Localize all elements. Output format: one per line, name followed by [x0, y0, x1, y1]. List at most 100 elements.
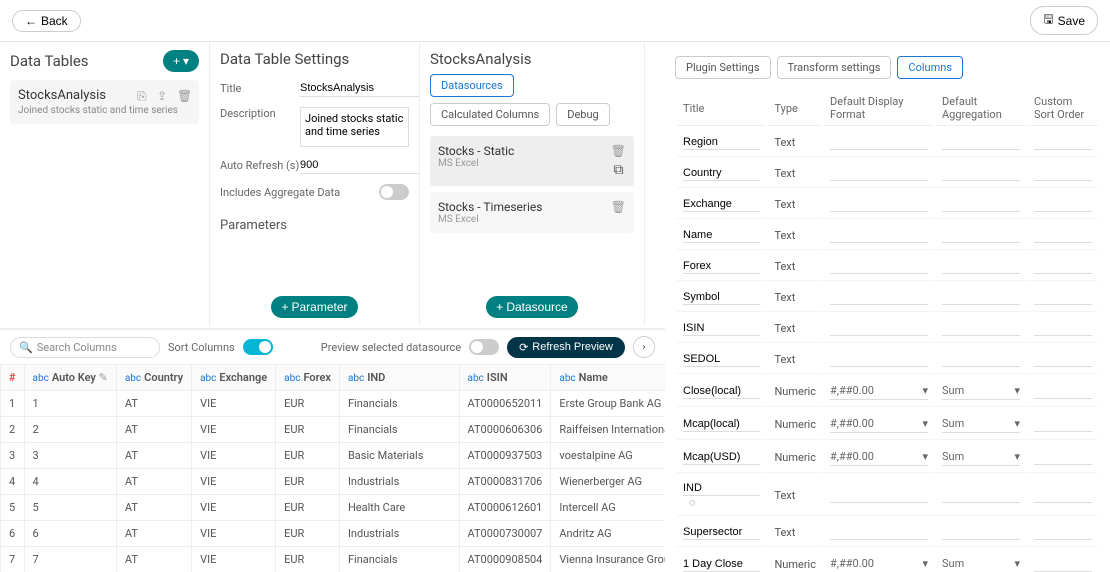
- datasource-item[interactable]: Stocks - TimeseriesMS Excel🗑: [430, 192, 634, 233]
- col-title-input[interactable]: [683, 417, 760, 432]
- format-select[interactable]: [830, 258, 928, 274]
- col-title-input[interactable]: [683, 290, 760, 305]
- format-select[interactable]: [830, 524, 928, 540]
- sort-order-input[interactable]: [1034, 416, 1092, 432]
- agg-select[interactable]: Sum▾: [942, 382, 1020, 400]
- add-table-button[interactable]: + ▾: [163, 50, 199, 72]
- chevron-down-icon: ▾: [922, 384, 928, 397]
- preview-selected-toggle[interactable]: [469, 339, 499, 355]
- add-parameter-button[interactable]: + Parameter: [271, 296, 357, 318]
- format-select[interactable]: #,##0.00▾: [830, 382, 928, 400]
- agg-select[interactable]: [942, 196, 1020, 212]
- tab-debug[interactable]: Debug: [556, 103, 609, 126]
- col-title-input[interactable]: [683, 450, 760, 465]
- agg-select[interactable]: [942, 351, 1020, 367]
- agg-select[interactable]: Sum▾: [942, 415, 1020, 433]
- sort-order-input[interactable]: [1034, 556, 1092, 572]
- sort-columns-toggle[interactable]: [243, 339, 273, 355]
- copy-icon[interactable]: ⎘: [137, 89, 151, 103]
- agg-select[interactable]: [942, 487, 1020, 503]
- trash-icon[interactable]: 🗑: [177, 89, 191, 103]
- col-title-input[interactable]: [683, 135, 760, 150]
- format-select[interactable]: [830, 289, 928, 305]
- trash-icon[interactable]: 🗑: [611, 144, 626, 158]
- format-select[interactable]: [830, 134, 928, 150]
- save-button[interactable]: 🖫 Save: [1030, 6, 1098, 35]
- sort-order-input[interactable]: [1034, 258, 1092, 274]
- agg-select[interactable]: [942, 524, 1020, 540]
- format-select[interactable]: [830, 351, 928, 367]
- add-datasource-button[interactable]: + Datasource: [486, 296, 577, 318]
- refresh-input[interactable]: [300, 157, 420, 174]
- tab-calculated-columns[interactable]: Calculated Columns: [430, 103, 550, 126]
- agg-select[interactable]: [942, 165, 1020, 181]
- back-button[interactable]: ← Back: [12, 10, 81, 32]
- tab-columns[interactable]: Columns: [897, 56, 963, 79]
- preview-col-header[interactable]: abcISIN: [459, 365, 551, 391]
- col-title-input[interactable]: [683, 197, 760, 212]
- sort-order-input[interactable]: [1034, 227, 1092, 243]
- sort-order-input[interactable]: [1034, 449, 1092, 465]
- agg-select[interactable]: [942, 227, 1020, 243]
- preview-col-header[interactable]: abcAuto Key ✎: [24, 365, 116, 391]
- format-select[interactable]: #,##0.00▾: [830, 448, 928, 466]
- col-title-input[interactable]: [683, 352, 760, 367]
- preview-col-header[interactable]: abcCountry: [116, 365, 191, 391]
- preview-col-header[interactable]: abcName: [551, 365, 665, 391]
- next-button[interactable]: ›: [633, 336, 655, 358]
- chevron-down-icon: ▾: [922, 557, 928, 570]
- format-select[interactable]: [830, 487, 928, 503]
- preview-col-header[interactable]: abcIND: [339, 365, 459, 391]
- search-columns-input[interactable]: 🔍 Search Columns: [10, 337, 160, 358]
- sort-order-input[interactable]: [1034, 351, 1092, 367]
- tab-transform-settings[interactable]: Transform settings: [777, 56, 892, 79]
- col-title-input[interactable]: [683, 557, 760, 572]
- tab-plugin-settings[interactable]: Plugin Settings: [675, 56, 771, 79]
- col-title-input[interactable]: [683, 525, 760, 540]
- col-title-input[interactable]: [683, 166, 760, 181]
- agg-select[interactable]: [942, 258, 1020, 274]
- sort-order-input[interactable]: [1034, 134, 1092, 150]
- sort-order-input[interactable]: [1034, 383, 1092, 399]
- desc-input[interactable]: [300, 107, 409, 147]
- agg-select[interactable]: [942, 134, 1020, 150]
- chevron-down-icon: ▾: [1014, 384, 1020, 397]
- preview-cell: AT: [116, 521, 191, 547]
- format-select[interactable]: #,##0.00▾: [830, 415, 928, 433]
- trash-icon[interactable]: 🗑: [611, 200, 626, 214]
- format-select[interactable]: [830, 165, 928, 181]
- refresh-preview-button[interactable]: ⟳ Refresh Preview: [507, 337, 625, 358]
- agg-select[interactable]: Sum▾: [942, 555, 1020, 572]
- sort-order-input[interactable]: [1034, 165, 1092, 181]
- preview-col-header[interactable]: abcForex: [276, 365, 340, 391]
- copy-icon[interactable]: ⧉: [613, 162, 623, 178]
- format-select[interactable]: [830, 320, 928, 336]
- search-icon: 🔍: [19, 341, 33, 354]
- agg-select[interactable]: [942, 320, 1020, 336]
- aggregate-toggle[interactable]: [379, 184, 409, 200]
- col-title-input[interactable]: [683, 228, 760, 243]
- col-title-input[interactable]: [683, 321, 760, 336]
- datasource-item[interactable]: Stocks - StaticMS Excel🗑⧉: [430, 136, 634, 186]
- col-title-input[interactable]: [683, 259, 760, 274]
- sort-order-input[interactable]: [1034, 320, 1092, 336]
- format-select[interactable]: #,##0.00▾: [830, 555, 928, 572]
- title-input[interactable]: [300, 80, 420, 97]
- sort-order-input[interactable]: [1034, 487, 1092, 503]
- tab-datasources[interactable]: Datasources: [430, 74, 514, 97]
- preview-cell: Health Care: [339, 495, 459, 521]
- agg-select[interactable]: [942, 289, 1020, 305]
- edit-icon[interactable]: ✎: [99, 371, 108, 384]
- col-title-input[interactable]: [683, 384, 760, 399]
- format-select[interactable]: [830, 196, 928, 212]
- data-table-card[interactable]: StocksAnalysis ⎘ ⇪ 🗑 Joined stocks stati…: [10, 80, 199, 124]
- preview-col-header[interactable]: abcExchange: [192, 365, 276, 391]
- format-select[interactable]: [830, 227, 928, 243]
- agg-select[interactable]: Sum▾: [942, 448, 1020, 466]
- sort-order-input[interactable]: [1034, 289, 1092, 305]
- sort-order-input[interactable]: [1034, 524, 1092, 540]
- upload-icon[interactable]: ⇪: [157, 89, 171, 103]
- col-title-input[interactable]: [683, 481, 760, 496]
- sort-order-input[interactable]: [1034, 196, 1092, 212]
- preview-col-header[interactable]: #: [1, 365, 25, 391]
